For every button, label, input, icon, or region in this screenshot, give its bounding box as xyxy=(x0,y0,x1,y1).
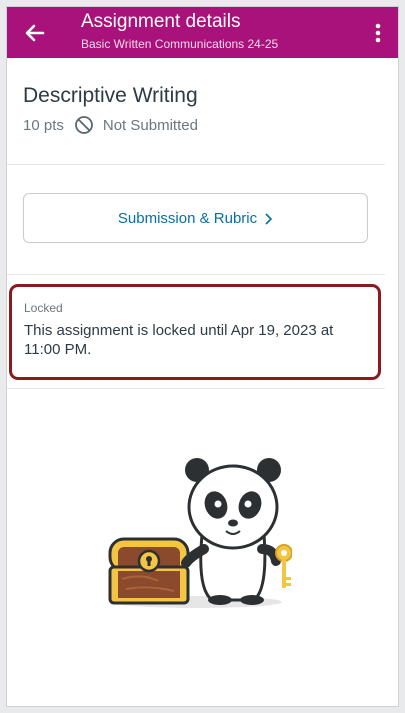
panda-treasure-chest-key-illustration xyxy=(108,458,292,608)
app-bar: Assignment details Basic Written Communi… xyxy=(7,7,398,58)
locked-label: Locked xyxy=(24,301,63,315)
course-subtitle: Basic Written Communications 24-25 xyxy=(81,37,279,51)
locked-notice: Locked This assignment is locked until A… xyxy=(9,284,381,380)
more-vertical-icon xyxy=(375,23,381,43)
not-submitted-icon xyxy=(74,115,94,135)
back-button[interactable] xyxy=(21,19,49,47)
submission-status: Not Submitted xyxy=(102,116,198,134)
divider xyxy=(7,274,385,275)
divider xyxy=(7,164,385,165)
locked-message: This assignment is locked until Apr 19, … xyxy=(24,322,334,358)
divider xyxy=(7,388,385,389)
assignment-meta: 10 pts Not Submitted xyxy=(23,115,198,135)
app-screen: Assignment details Basic Written Communi… xyxy=(6,6,399,707)
points-label: 10 pts xyxy=(23,116,64,134)
more-options-button[interactable] xyxy=(368,19,388,47)
assignment-title: Descriptive Writing xyxy=(23,84,198,107)
chevron-right-icon xyxy=(263,212,273,225)
page-title: Assignment details xyxy=(81,11,241,32)
submission-rubric-label: Submission & Rubric xyxy=(117,209,258,227)
submission-rubric-button[interactable]: Submission & Rubric xyxy=(23,193,368,243)
arrow-left-icon xyxy=(25,24,45,42)
